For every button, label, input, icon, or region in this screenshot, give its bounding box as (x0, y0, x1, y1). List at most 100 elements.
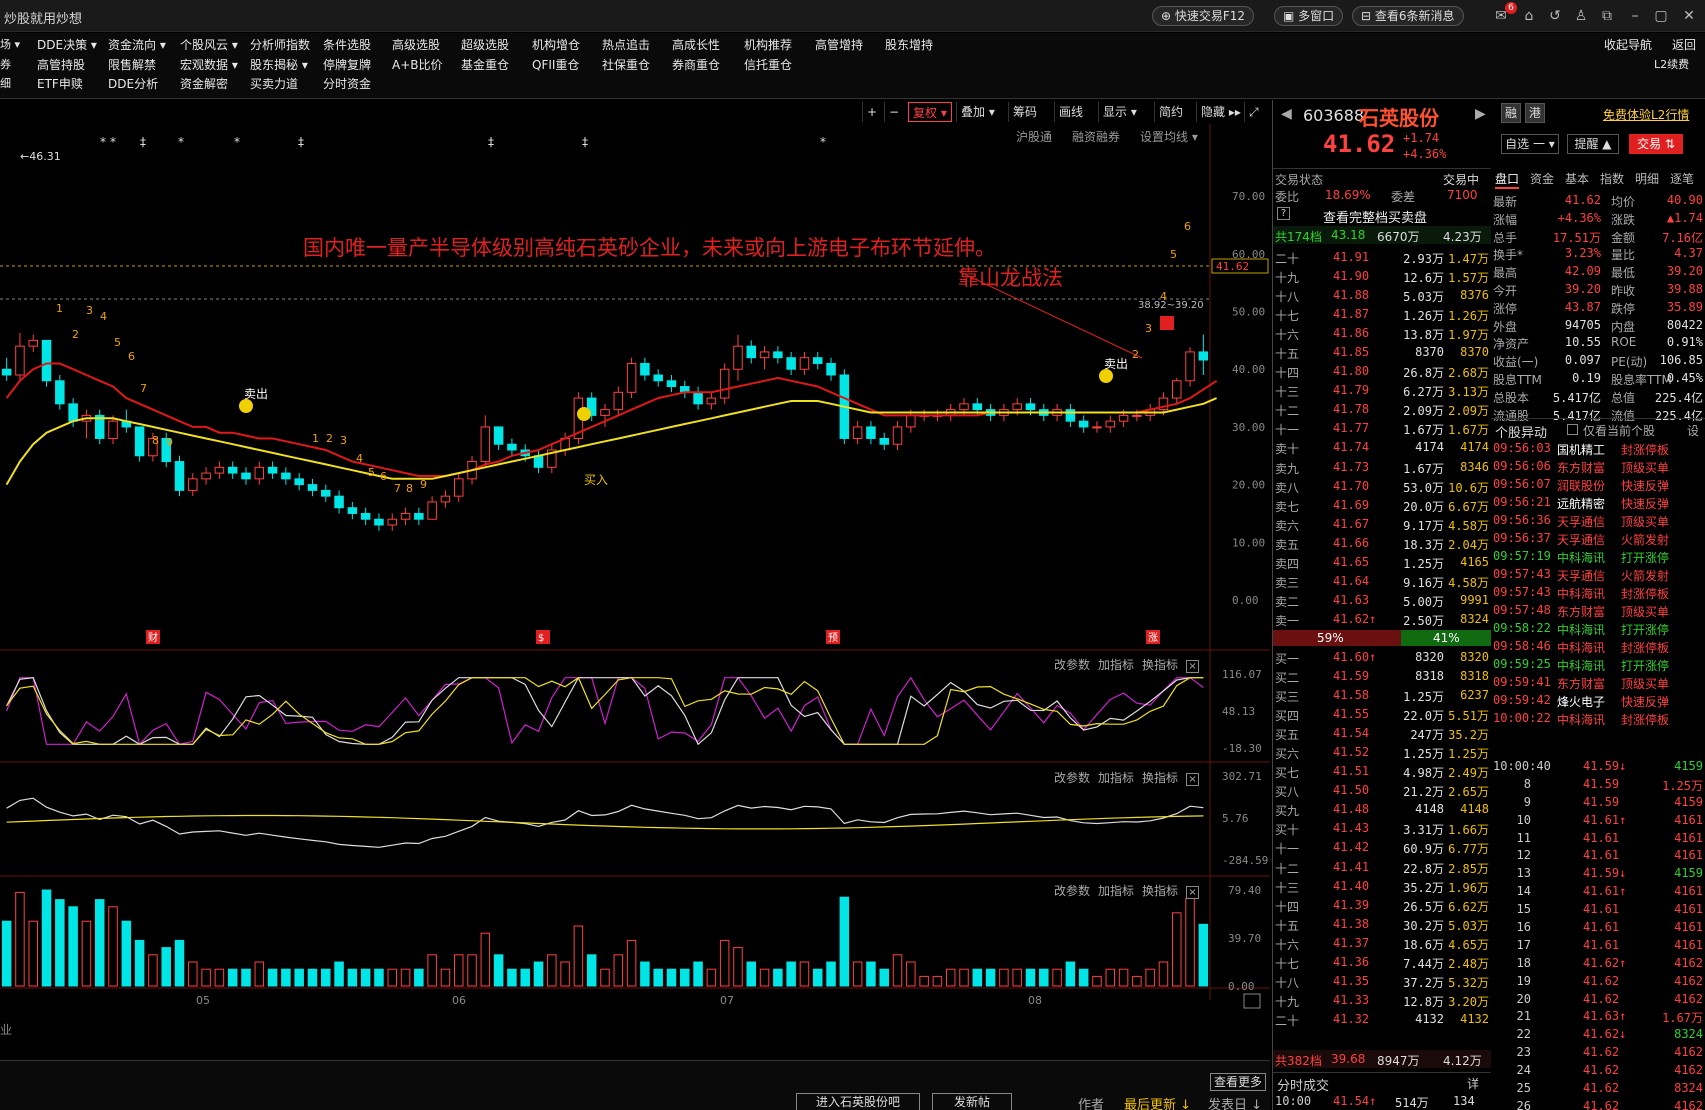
event-marker[interactable]: * (234, 135, 240, 149)
buy-badge[interactable] (1160, 316, 1174, 330)
menu-row1-item-0[interactable]: 场 ▾ (0, 36, 20, 52)
next-stock-icon[interactable]: ▶ (1475, 106, 1486, 122)
alert-stock[interactable]: 国机精工 (1557, 441, 1605, 458)
menu-row3-item-3[interactable]: 资金解密 (180, 75, 228, 92)
new-post-button[interactable]: 发新帖 (932, 1093, 1012, 1110)
buy-level-row[interactable]: 买四 41.55 22.0万 5.51万 (1273, 705, 1491, 724)
sell-level-row[interactable]: 二十 41.91 2.93万 1.47万 (1273, 248, 1491, 267)
menu-row1-item-3[interactable]: 个股风云 ▾ (180, 36, 238, 53)
l2-renew-link[interactable]: L2续费 (1654, 56, 1689, 72)
full-depth-row[interactable]: ? 查看完整档买卖盘 (1273, 205, 1491, 226)
maximize-icon[interactable]: ▢ (1652, 7, 1670, 25)
alert-stock[interactable]: 东方财富 (1557, 459, 1605, 476)
buy-level-row[interactable]: 买六 41.52 1.25万 1.25万 (1273, 743, 1491, 762)
sell-level-row[interactable]: 十九 41.90 12.6万 1.57万 (1273, 267, 1491, 286)
alert-row[interactable]: 09:56:03 国机精工 封涨停板 (1491, 440, 1705, 458)
help-icon[interactable]: ? (1277, 207, 1290, 220)
menu-row3-item-0[interactable]: 细 (0, 75, 11, 91)
back-icon[interactable]: ↺ (1546, 7, 1564, 25)
event-marker[interactable]: * (110, 135, 116, 149)
sell-level-row[interactable]: 卖四 41.65 1.25万 4165 (1273, 553, 1491, 572)
sell-level-row[interactable]: 卖一 41.62↑ 2.50万 8324 (1273, 610, 1491, 629)
scroll-right-button[interactable] (1243, 993, 1261, 1009)
buy-level-row[interactable]: 买二 41.59 8318 8318 (1273, 667, 1491, 686)
pubdate-column[interactable]: 发表日 ↓ (1208, 1094, 1262, 1110)
buy-level-row[interactable]: 买七 41.51 4.98万 2.49万 (1273, 762, 1491, 781)
macd-switch-button[interactable]: 换指标 (1142, 658, 1178, 672)
alert-stock[interactable]: 东方财富 (1557, 675, 1605, 692)
sell-level-row[interactable]: 卖二 41.63 5.00万 9991 (1273, 591, 1491, 610)
kdj-add-button[interactable]: 加指标 (1098, 771, 1134, 785)
macd-params-button[interactable]: 改参数 (1054, 658, 1090, 672)
tab-2[interactable]: 基本 (1565, 170, 1589, 187)
close-icon[interactable]: × (1186, 886, 1200, 899)
buy-level-row[interactable]: 十三 41.40 35.2万 1.96万 (1273, 877, 1491, 896)
buy-level-row[interactable]: 十七 41.36 7.44万 2.48万 (1273, 953, 1491, 972)
alert-row[interactable]: 09:57:43 天孚通信 火箭发射 (1491, 566, 1705, 584)
menu-row1-item-11[interactable]: 机构推荐 (744, 36, 792, 53)
sell-level-row[interactable]: 卖八 41.70 53.0万 10.6万 (1273, 477, 1491, 496)
only-current-checkbox[interactable] (1567, 424, 1578, 435)
alert-row[interactable]: 09:56:37 天孚通信 火箭发射 (1491, 530, 1705, 548)
buy-level-row[interactable]: 十八 41.35 37.2万 5.32万 (1273, 972, 1491, 991)
buy-level-row[interactable]: 十四 41.39 26.5万 6.62万 (1273, 896, 1491, 915)
vol-add-button[interactable]: 加指标 (1098, 884, 1134, 898)
menu-row1-item-1[interactable]: DDE决策 ▾ (37, 36, 97, 53)
menu-row2-item-10[interactable]: 券商重仓 (672, 56, 720, 73)
menu-row2-item-5[interactable]: 停牌复牌 (323, 56, 371, 73)
tab-5[interactable]: 逐笔 (1670, 170, 1694, 187)
buy-level-row[interactable]: 买一 41.60↑ 8320 8320 (1273, 648, 1491, 667)
menu-row1-item-2[interactable]: 资金流向 ▾ (108, 36, 166, 53)
minimize-icon[interactable]: – (1626, 7, 1644, 25)
close-icon[interactable]: ✕ (1680, 7, 1698, 25)
buy-level-row[interactable]: 买十 41.43 3.31万 1.66万 (1273, 819, 1491, 838)
tab-4[interactable]: 明细 (1635, 170, 1659, 187)
event-marker[interactable]: * (820, 135, 826, 149)
menu-row2-item-0[interactable]: 券 (0, 56, 11, 72)
alert-button[interactable]: 提醒 ▲ (1567, 134, 1619, 154)
news-button[interactable]: ⊟ 查看6条新消息 (1352, 6, 1464, 26)
menu-row2-item-8[interactable]: QFII重仓 (532, 56, 579, 73)
author-column[interactable]: 作者 (1078, 1094, 1104, 1110)
event-marker[interactable]: * (178, 135, 184, 149)
kdj-switch-button[interactable]: 换指标 (1142, 771, 1178, 785)
hk-badge[interactable]: 港 (1525, 103, 1545, 123)
alert-row[interactable]: 09:57:43 中科海讯 封涨停板 (1491, 584, 1705, 602)
alert-stock[interactable]: 中科海讯 (1557, 639, 1605, 656)
vol-params-button[interactable]: 改参数 (1054, 884, 1090, 898)
event-marker[interactable]: ‡ (582, 135, 588, 149)
alert-stock[interactable]: 中科海讯 (1557, 585, 1605, 602)
alert-stock[interactable]: 天孚通信 (1557, 531, 1605, 548)
alert-row[interactable]: 09:57:19 中科海讯 打开涨停 (1491, 548, 1705, 566)
trade-button[interactable]: 交易 ⇅ (1629, 134, 1683, 154)
alert-stock[interactable]: 中科海讯 (1557, 711, 1605, 728)
alert-stock[interactable]: 东方财富 (1557, 603, 1605, 620)
alert-row[interactable]: 09:59:25 中科海讯 打开涨停 (1491, 656, 1705, 674)
menu-row1-item-4[interactable]: 分析师指数 (250, 36, 310, 53)
alert-row[interactable]: 10:00:22 中科海讯 封涨停板 (1491, 710, 1705, 728)
macd-add-button[interactable]: 加指标 (1098, 658, 1134, 672)
sell-level-row[interactable]: 卖七 41.69 20.0万 6.67万 (1273, 496, 1491, 515)
buy-level-row[interactable]: 十二 41.41 22.8万 2.85万 (1273, 858, 1491, 877)
sell-level-row[interactable]: 十一 41.77 1.67万 1.67万 (1273, 419, 1491, 438)
close-icon[interactable]: × (1186, 773, 1200, 786)
back-button[interactable]: 返回 (1672, 36, 1696, 53)
tab-3[interactable]: 指数 (1600, 170, 1624, 187)
alert-stock[interactable]: 中科海讯 (1557, 657, 1605, 674)
alert-row[interactable]: 09:59:41 东方财富 顶级买单 (1491, 674, 1705, 692)
alert-row[interactable]: 09:56:07 润联股份 快速反弹 (1491, 476, 1705, 494)
menu-row2-item-7[interactable]: 基金重仓 (461, 56, 509, 73)
alert-row[interactable]: 09:56:06 东方财富 顶级买单 (1491, 458, 1705, 476)
menu-row1-item-10[interactable]: 高成长性 (672, 36, 720, 53)
watchlist-dropdown[interactable]: 自选 一 ▾ (1501, 134, 1559, 154)
menu-row3-item-1[interactable]: ETF申赎 (37, 75, 83, 92)
sell-level-row[interactable]: 卖三 41.64 9.16万 4.58万 (1273, 572, 1491, 591)
event-marker[interactable]: ‡ (488, 135, 494, 149)
menu-row3-item-4[interactable]: 买卖力道 (250, 75, 298, 92)
window-icon[interactable]: ⧉ (1598, 7, 1616, 25)
sell-level-row[interactable]: 十八 41.88 5.03万 8376 (1273, 286, 1491, 305)
alert-stock[interactable]: 天孚通信 (1557, 567, 1605, 584)
alert-row[interactable]: 09:58:46 中科海讯 封涨停板 (1491, 638, 1705, 656)
collapse-nav-button[interactable]: 收起导航 (1604, 36, 1652, 53)
alerts-settings-button[interactable]: 设 (1687, 422, 1699, 439)
